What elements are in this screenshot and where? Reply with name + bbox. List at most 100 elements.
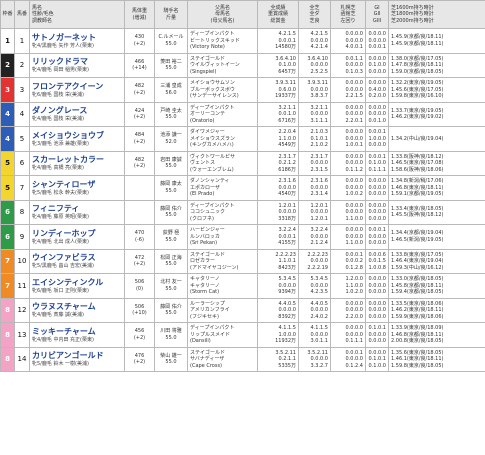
waku-cell: 3	[0, 77, 15, 103]
turf-cell: 3.5.2.11 0.0.0.0 3.3.2.7	[298, 346, 331, 372]
jockey-cell: 岩田 康誠 55.0	[154, 150, 188, 176]
horse-info: 牝4/鹿毛 岡田 稲男(栗東)	[32, 67, 89, 73]
turf-cell: 3.2.1.1 0.0.0.0 3.1.1.1	[298, 101, 331, 127]
grade-cell: 0.0.0.0 0.0.0.0 0.0.0.0	[365, 175, 389, 201]
horse-name-link[interactable]: ウラヌスチャーム	[32, 302, 124, 312]
waku-cell: 7	[0, 273, 15, 299]
horse-name-link[interactable]: カリビアンゴールド	[32, 351, 124, 361]
results-cell: 2.3.1.7 0.2.1.2 6186万	[257, 150, 299, 176]
results-cell: 3.2.2.4 0.0.0.1 4155万	[257, 224, 299, 250]
horse-info: 牝4/鹿毛 藤原 英昭(栗東)	[32, 214, 89, 220]
header-results: 全成績 重賞成績 総賞金	[257, 0, 299, 29]
turf-cell: 2.2.2.23 0.0.0.0 2.2.2.19	[298, 248, 331, 274]
grade-cell: 0.0.0.0 0.0.0.0 0.0.0.0	[365, 273, 389, 299]
weight-cell	[124, 175, 155, 201]
horse-info: 牝3/鹿毛 池添 兼雄(栗東)	[32, 140, 89, 147]
pedigree-cell: ヴィクトワールピサ ヴェントス (ウォーエンブレム)	[187, 150, 258, 176]
turf2-cell: 0.0.1.1 0.0.0.0 0.1.0.3	[330, 52, 366, 78]
table-row: 7 11 エイシンティンクル 牝6/鹿毛 坂口 正則(栗東) 506 (0) 北…	[0, 273, 485, 299]
weight-cell: 506 (0)	[124, 273, 155, 299]
horse-name-link[interactable]: エイシンティンクル	[32, 278, 124, 288]
weight-cell: 456 (+2)	[124, 322, 155, 348]
weight-cell: 484 (+2)	[124, 126, 155, 152]
jockey-cell: 川田 将雅 55.0	[154, 322, 188, 348]
horse-info: 牝4/鹿毛 高橋 亮(栗東)	[32, 165, 84, 171]
turf2-cell: 0.0.0.1 0.0.0.0 0.1.2.4	[330, 346, 366, 372]
umaban-cell: 2	[14, 52, 30, 78]
times-cell: 1.35.6(東京/良/18.05) 1.46.1(東京/良/18.11) 1.…	[388, 346, 485, 372]
grade-cell: 0.0.0.6 0.0.1.5 1.0.0.8	[365, 248, 389, 274]
turf2-cell: 1.2.0.0 1.1.0.0 1.0.2.0	[330, 273, 366, 299]
weight-cell	[124, 199, 155, 225]
grade-cell: 0.0.0.0 0.4.0.0 0.2.0.0	[365, 77, 389, 103]
horse-info: 牝4/鹿毛 斎藤 誠(美浦)	[32, 312, 84, 318]
horse-name-link[interactable]: ウインファビラス	[32, 253, 124, 263]
table-row: 4 5 メイショウショウブ 牝3/鹿毛 池添 兼雄(栗東) 484 (+2) 池…	[0, 126, 485, 152]
horse-name-link[interactable]: リンディーホップ	[32, 229, 124, 239]
header-horse: 馬名 性齢/毛色 調教師名	[29, 0, 125, 29]
table-row: 2 2 リリックドラマ 牝4/鹿毛 岡田 稲男(栗東) 466 (+14) 菱田…	[0, 52, 485, 78]
table-row: 6 8 フィニフティ 牝4/鹿毛 藤原 英昭(栗東) 藤岡 佑介 55.0 ディ…	[0, 199, 485, 225]
waku-cell: 4	[0, 126, 15, 152]
horse-name-link[interactable]: シャンティローザ	[32, 180, 124, 190]
table-row: 3 3 フロンテアクイーン 牝6/鹿毛 国枝 栄(美浦) 482 (+2) 三浦…	[0, 77, 485, 103]
grade-cell: 0.0.0.0 0.0.0.0 0.0.0.0	[365, 297, 389, 323]
horse-info: 牝4/黒鹿毛 矢作 芳人(栗東)	[32, 42, 94, 49]
grade-cell: 0.0.0.1 0.0.0.0 0.0.0.0	[365, 224, 389, 250]
grade-cell: 0.0.0.0 0.1.0.1 0.1.0.0	[365, 346, 389, 372]
turf2-cell: 0.0.0.0 0.0.0.0 0.1.1.1	[330, 322, 366, 348]
pedigree-cell: ハービンジャー ルンバロッカ (Sri Pekan)	[187, 224, 258, 250]
umaban-cell: 11	[14, 273, 30, 299]
times-cell: 1.34.2(中山/良/19.04)	[388, 126, 485, 152]
horse-name-link[interactable]: サトノガーネット	[32, 33, 124, 43]
pedigree-cell: メイショウサムソン ブルーボックスボウ (サンデーサイレンス)	[187, 77, 258, 103]
weight-cell: 476 (+2)	[124, 346, 155, 372]
results-cell: 2.2.2.23 1.1.0.1 8423万	[257, 248, 299, 274]
umaban-cell: 5	[14, 126, 30, 152]
horse-info: 牝4/鹿毛 国枝 栄(美浦)	[32, 116, 84, 122]
times-cell: 1.32.2(東京/良/19.05) 1.45.6(東京/良/17.05) 1.…	[388, 77, 485, 103]
horse-cell: エイシンティンクル 牝6/鹿毛 坂口 正則(栗東)	[29, 273, 125, 299]
jockey-link[interactable]: C.ルメール	[156, 34, 187, 41]
header-jockey: 騎手名 斤量	[154, 0, 188, 29]
results-cell: 5.3.4.5 0.0.0.0 9394万	[257, 273, 299, 299]
pedigree-cell: ダイワメジャー メイショウスズラン (キングカメハメハ)	[187, 126, 258, 152]
times-cell: 1.34.4(京都/良/19.04) 1.46.5(新潟/良/19.05)	[388, 224, 485, 250]
pedigree-cell: ステイゴールド サバナディーザ (Cape Cross)	[187, 346, 258, 372]
horse-cell: シャンティローザ 牝5/鹿毛 松永 幹夫(栗東)	[29, 175, 125, 201]
results-cell: 4.4.0.5 0.0.0.0 8392万	[257, 297, 299, 323]
table-row: 5 7 シャンティローザ 牝5/鹿毛 松永 幹夫(栗東) 藤岡 康太 55.0 …	[0, 175, 485, 201]
header-umaban: 馬番	[14, 0, 30, 29]
times-cell: 1.45.9(京都/良/18.11) 1.45.9(京都/良/18.11)	[388, 28, 485, 54]
pedigree-cell: ディープインパクト リップルスメイド (Dansili)	[187, 322, 258, 348]
header-times: 芝1600m持ち時計 芝1800m持ち時計 芝2000m持ち時計	[388, 0, 485, 29]
umaban-cell: 9	[14, 224, 30, 250]
table-row: 8 13 ミッキーチャーム 牝4/鹿毛 中内田 充正(栗東) 456 (+2) …	[0, 322, 485, 348]
turf-cell: 1.2.0.1 0.0.0.0 1.2.0.1	[298, 199, 331, 225]
jockey-cell: 藤岡 佑介 55.0	[154, 297, 188, 323]
jockey-cell: 菱田 裕二 55.0	[154, 52, 188, 78]
horse-name-link[interactable]: フロンテアクイーン	[32, 82, 124, 92]
horse-name-link[interactable]: ダノングレース	[32, 106, 124, 116]
weight-cell: 470 (-6)	[124, 224, 155, 250]
jockey-cell: 戸崎 圭太 55.0	[154, 101, 188, 127]
horse-name-link[interactable]: フィニフティ	[32, 204, 124, 214]
umaban-cell: 14	[14, 346, 30, 372]
turf2-cell: 0.0.0.0 0.0.0.0 2.2.0.1	[330, 101, 366, 127]
turf-cell: 3.2.2.4 0.0.0.0 2.1.2.4	[298, 224, 331, 250]
times-cell: 1.34.8(新潟/稍/17.06) 1.46.8(東京/良/18.11) 1.…	[388, 175, 485, 201]
horse-name-link[interactable]: スカーレットカラー	[32, 155, 124, 165]
horse-name-link[interactable]: ミッキーチャーム	[32, 327, 124, 337]
table-row: 5 6 スカーレットカラー 牝4/鹿毛 高橋 亮(栗東) 482 (+2) 岩田…	[0, 150, 485, 176]
jockey-cell: C.ルメール 55.0	[154, 28, 188, 54]
header-waku: 枠番	[0, 0, 15, 29]
horse-name-link[interactable]: リリックドラマ	[32, 57, 124, 67]
results-cell: 2.2.0.4 1.1.0.0 4549万	[257, 126, 299, 152]
entry-table: 枠番 馬番 馬名 性齢/毛色 調教師名 馬体重 (増減) 騎手名 斤量 父馬名 …	[0, 0, 485, 372]
times-cell: 1.38.0(京都/良/17.05) 1.47.8(京都/良/18.11) 1.…	[388, 52, 485, 78]
horse-cell: サトノガーネット 牝4/黒鹿毛 矢作 芳人(栗東)	[29, 28, 125, 54]
horse-name-link[interactable]: メイショウショウブ	[32, 131, 124, 141]
horse-info: 牝4/鹿毛 北出 成人(栗東)	[32, 238, 89, 245]
turf2-cell: 0.0.0.0 0.0.0.0 2.2.0.0	[330, 297, 366, 323]
table-row: 4 4 ダノングレース 牝4/鹿毛 国枝 栄(美浦) 424 (+2) 戸崎 圭…	[0, 101, 485, 127]
